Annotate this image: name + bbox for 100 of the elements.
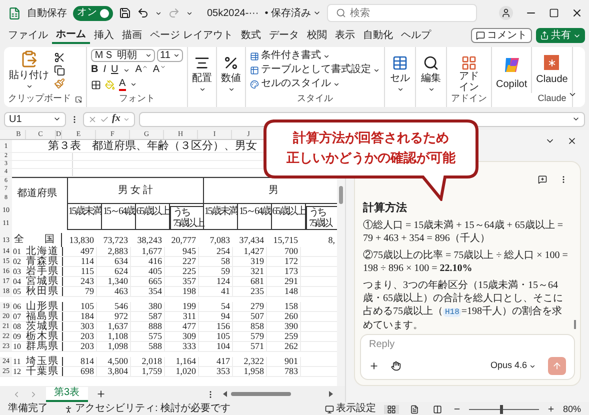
cancel-icon[interactable] — [88, 114, 97, 124]
borders-icon[interactable] — [91, 80, 101, 90]
table-cell: 972 — [114, 311, 128, 321]
caret-icon[interactable] — [198, 86, 206, 93]
caret-icon[interactable] — [26, 83, 32, 90]
editing-button[interactable]: 編集 — [416, 47, 447, 107]
font-name-field[interactable]: ＭＳ 明朝 — [91, 49, 155, 62]
menu-tab[interactable]: 数式 — [236, 27, 265, 44]
launcher-icon[interactable] — [75, 96, 82, 102]
add-comment-icon[interactable] — [538, 175, 547, 184]
cell-reference-chip[interactable]: H18 — [443, 308, 462, 317]
caret-icon[interactable] — [572, 115, 580, 123]
up-caret-icon — [142, 64, 148, 70]
table-cell: 07 — [13, 312, 21, 321]
caret-icon[interactable] — [333, 80, 340, 88]
table-cell: 1,164 — [176, 356, 196, 366]
caret-icon[interactable] — [53, 115, 61, 123]
menu-tab[interactable]: ページ レイアウト — [146, 27, 237, 44]
menu-tab[interactable]: データ — [264, 27, 303, 44]
cells-button[interactable]: セル — [385, 47, 416, 107]
table-cell: 945 — [182, 246, 196, 256]
accessibility-status[interactable]: アクセシビリティ: 検討が必要です — [64, 403, 231, 415]
grid-icon — [461, 55, 477, 71]
caret-icon[interactable] — [373, 66, 380, 74]
format-button[interactable]: B — [91, 64, 98, 76]
caret-icon[interactable] — [145, 52, 152, 59]
menu-tab[interactable]: 自動化 — [358, 27, 397, 44]
table-cell: 681 — [250, 276, 264, 286]
comment-button[interactable]: コメント — [471, 28, 532, 43]
caret-icon[interactable] — [323, 52, 330, 60]
caret-icon[interactable] — [155, 10, 162, 16]
menu-tab[interactable]: ヘルプ — [396, 27, 435, 44]
save-status[interactable]: • 保存済み — [264, 6, 321, 20]
caret-icon[interactable] — [228, 86, 234, 93]
number-format-button[interactable]: 数値 — [217, 47, 246, 107]
name-box[interactable]: U1 — [4, 112, 66, 126]
maximize-icon[interactable] — [548, 8, 559, 18]
close-icon[interactable] — [567, 136, 577, 146]
format-button[interactable]: U — [111, 64, 118, 76]
caret-icon[interactable] — [186, 10, 193, 16]
table-cell: 235 — [250, 286, 264, 296]
scrollbar-thumb[interactable] — [574, 320, 576, 329]
format-button[interactable]: I — [103, 64, 106, 76]
copy-icon[interactable] — [54, 64, 65, 76]
font-size-field[interactable]: 11 — [157, 49, 183, 62]
font-color-button[interactable]: A — [119, 78, 126, 91]
account-icon[interactable] — [498, 6, 513, 20]
fill-color-icon[interactable] — [105, 80, 115, 90]
style-menu-item[interactable]: テーブルとして書式設定 — [250, 64, 380, 76]
autosave-toggle[interactable]: オン — [73, 6, 113, 20]
copilot-button[interactable]: Copilot — [492, 47, 532, 93]
add-ins-button[interactable]: アドイン — [451, 47, 487, 93]
grow-font-button[interactable]: A — [135, 64, 148, 76]
attach-icon[interactable] — [369, 361, 379, 371]
reply-box[interactable]: Reply Opus 4.6 — [360, 334, 575, 380]
zoom-in-icon[interactable] — [546, 405, 555, 413]
hand-icon[interactable] — [391, 361, 401, 371]
table-cell: 1,427 — [244, 246, 264, 256]
paste-button[interactable]: 貼り付け — [8, 50, 50, 90]
save-icon[interactable] — [119, 7, 131, 19]
table-cell: 203 — [80, 341, 94, 351]
undo-icon[interactable] — [137, 7, 149, 19]
table-cell: 2,018 — [142, 356, 162, 366]
table-cell: 7,083 — [210, 234, 230, 244]
comment-icon — [476, 31, 485, 40]
table-cell: 山 形県 — [26, 302, 58, 311]
style-menu-item[interactable]: セルのスタイル — [250, 78, 380, 90]
share-button[interactable]: 共有 — [536, 28, 585, 43]
menu-tab[interactable]: ファイル — [4, 27, 52, 44]
caret-icon[interactable] — [312, 9, 321, 17]
claude-button[interactable]: Claude — [536, 47, 568, 93]
cut-icon[interactable] — [54, 52, 65, 62]
display-settings-button[interactable]: 表示設定 — [324, 403, 376, 415]
horizontal-scrollbar[interactable] — [223, 390, 333, 398]
menu-tab[interactable]: 描画 — [118, 27, 146, 44]
model-selector[interactable]: Opus 4.6 — [490, 359, 536, 373]
menu-tab[interactable]: 挿入 — [90, 27, 118, 44]
collapse-ribbon-icon[interactable] — [568, 90, 577, 99]
add-sheet-icon[interactable] — [96, 389, 106, 399]
sheet-tab[interactable]: 第3表 — [46, 386, 88, 402]
caret-icon[interactable] — [396, 86, 404, 93]
view-button[interactable] — [384, 404, 399, 414]
menu-tab[interactable]: 表示 — [330, 27, 359, 44]
share-icon — [540, 31, 549, 40]
insert-function-button[interactable]: fx — [112, 113, 120, 125]
menu-tab[interactable]: 校閲 — [302, 27, 331, 44]
caret-icon[interactable] — [428, 86, 434, 93]
table-cell: 1,340 — [108, 276, 128, 286]
style-menu-item[interactable]: 条件付き書式 — [250, 50, 380, 62]
search-field[interactable]: 検索 — [326, 4, 477, 22]
table-cell: 199 — [182, 301, 196, 311]
zoom-slider-thumb[interactable] — [500, 404, 504, 414]
table-cell: 254 — [216, 246, 230, 256]
menu-tab[interactable]: ホーム — [52, 27, 90, 44]
close-icon[interactable] — [570, 7, 583, 19]
caret-icon[interactable] — [529, 362, 536, 370]
alignment-button[interactable]: 配置 — [188, 47, 217, 107]
shrink-font-button[interactable]: A — [152, 64, 166, 76]
response-paragraph: ①総人口 = 15歳未満 + 15～64歳 + 65歳以上 = 79 + 463 + 354 = 896（千人） — [363, 219, 564, 245]
column-heading: 都道府県 — [17, 188, 57, 200]
